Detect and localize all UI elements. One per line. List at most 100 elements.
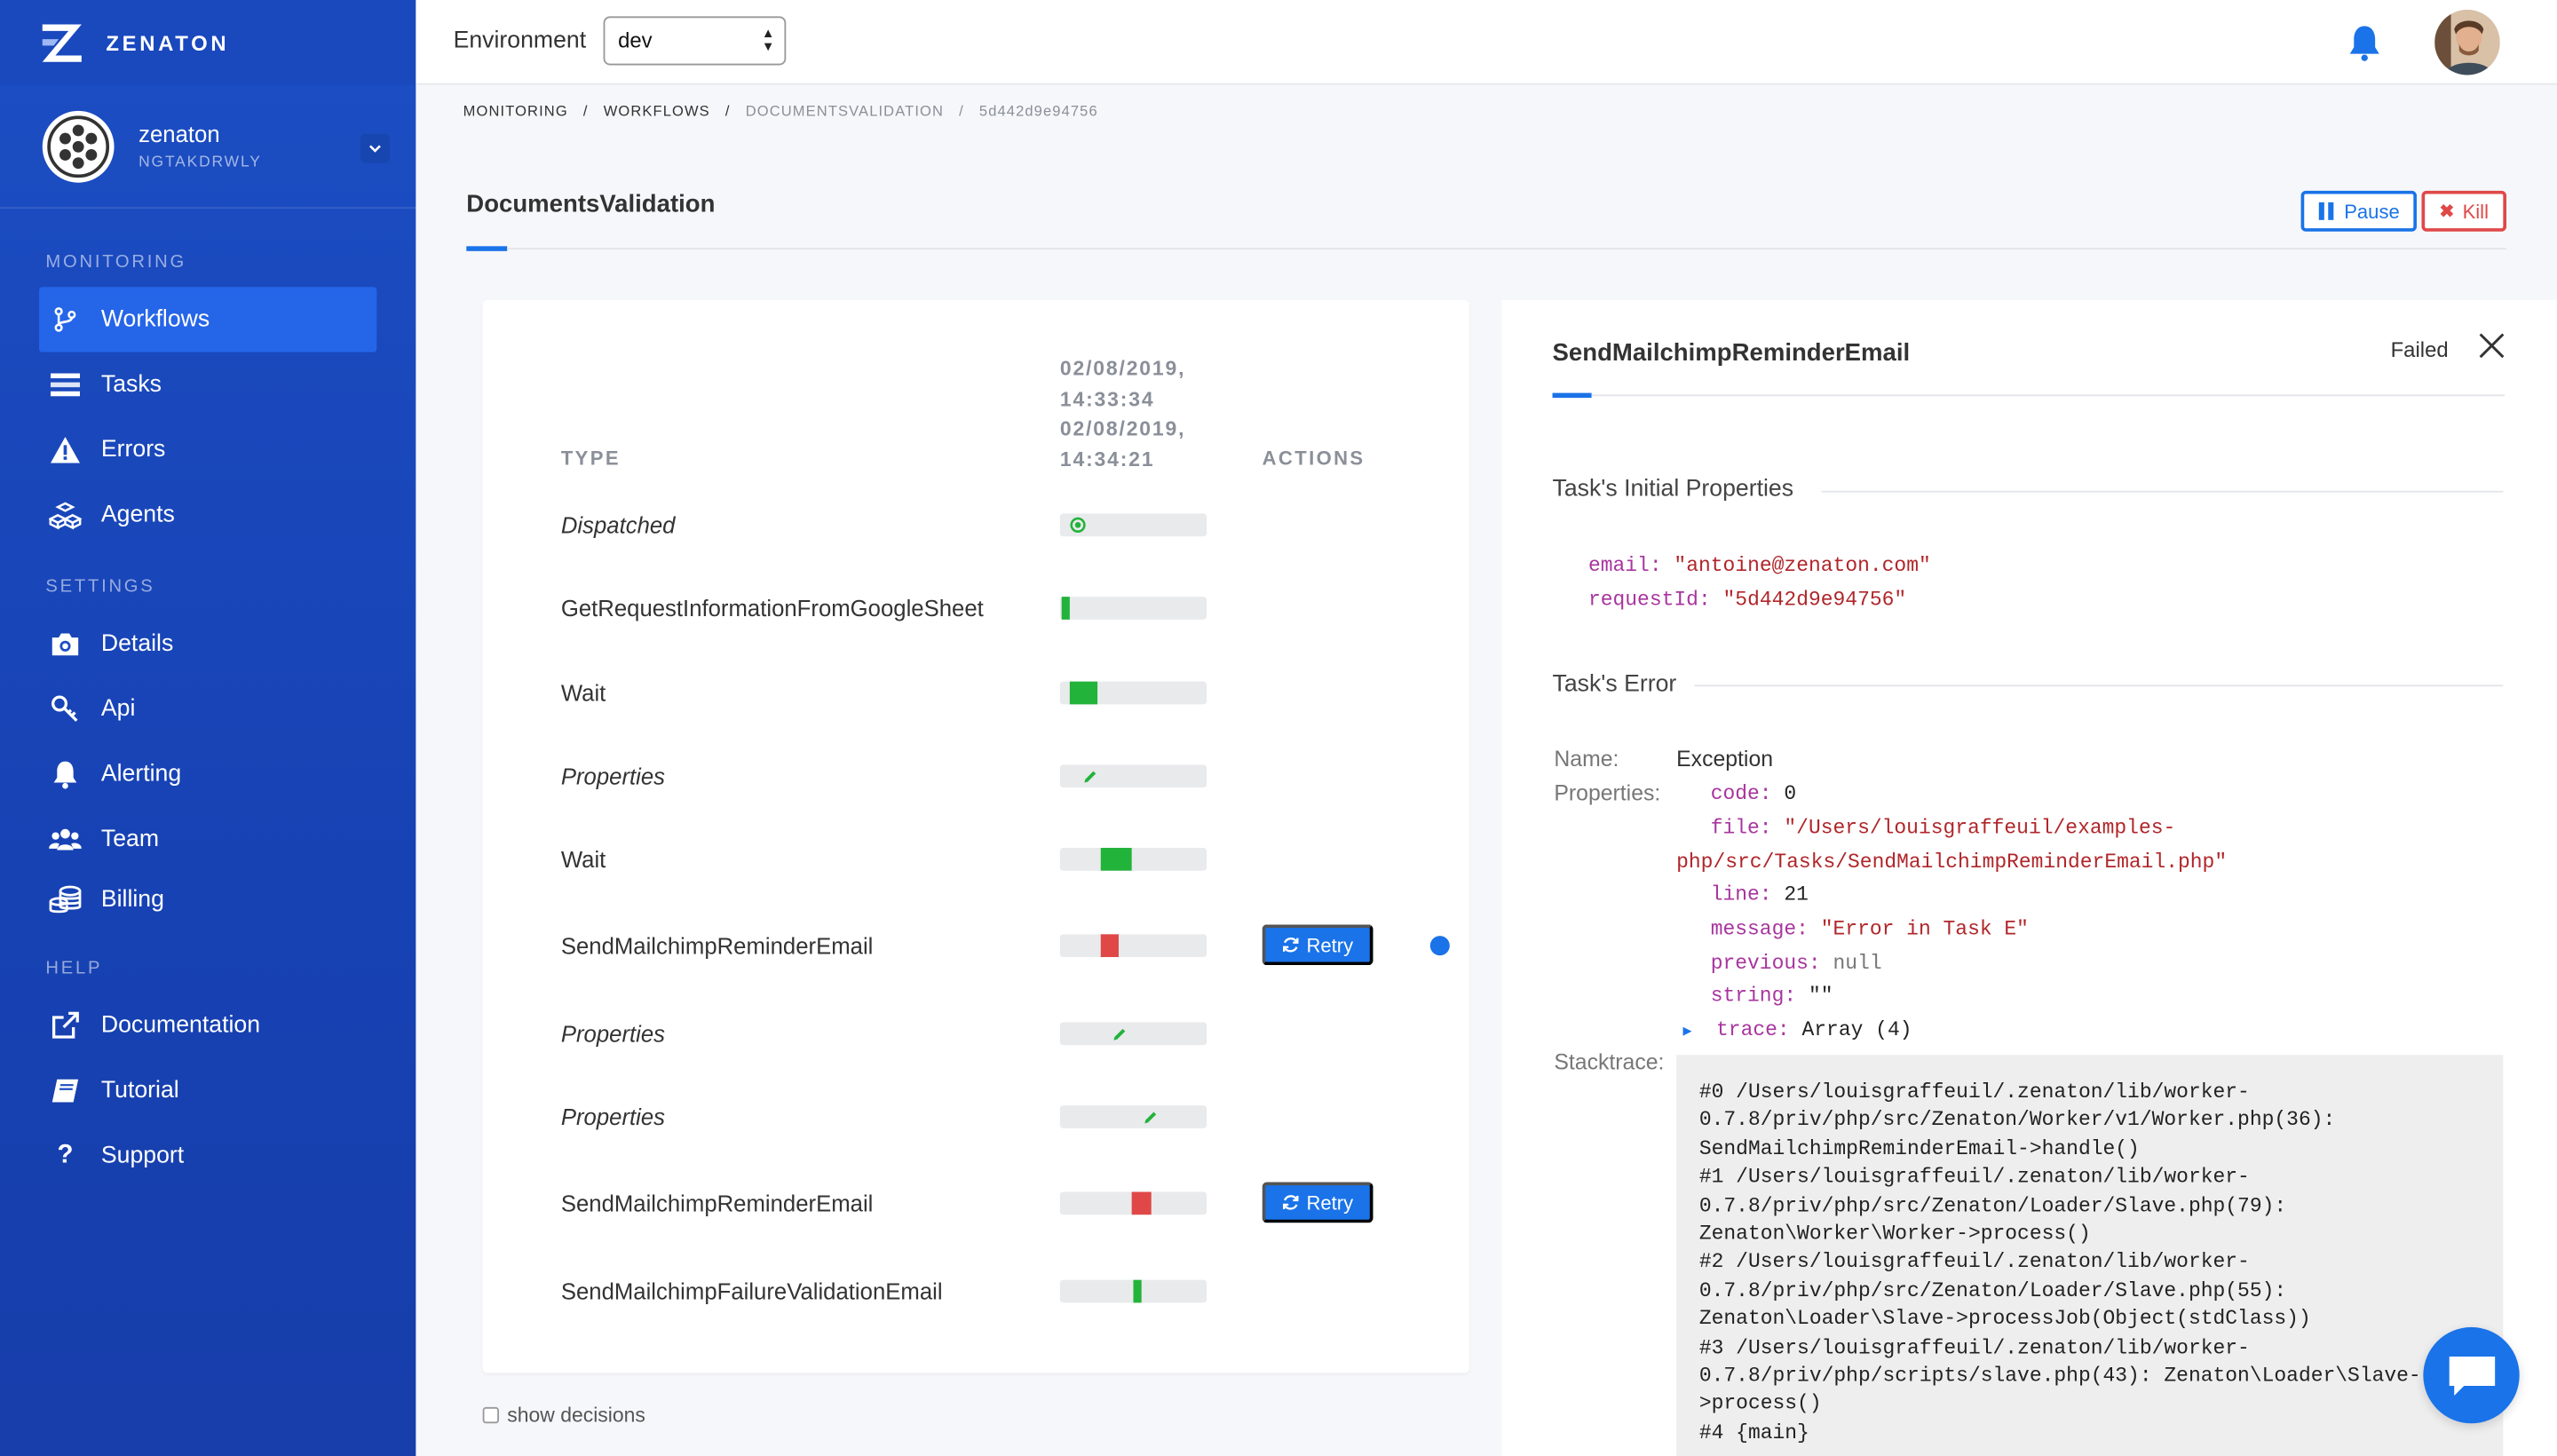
brand-name: ZENATON: [106, 29, 230, 55]
timeline-track[interactable]: [1059, 1105, 1207, 1128]
stacktrace-block: #0 /Users/louisgraffeuil/.zenaton/lib/wo…: [1676, 1055, 2504, 1456]
topbar: Environment dev ▲ ▼: [416, 0, 2557, 85]
pause-icon: [2319, 202, 2335, 220]
show-decisions-label: show decisions: [507, 1404, 645, 1427]
error-string: string: "": [1710, 985, 1833, 1008]
tasks-icon: [49, 368, 82, 401]
error-code: code: 0: [1710, 782, 1797, 806]
environment-select[interactable]: dev ▲ ▼: [603, 16, 787, 66]
breadcrumb: MONITORING / WORKFLOWS / DOCUMENTSVALIDA…: [463, 102, 1098, 120]
sidebar-item-billing[interactable]: Billing: [39, 867, 376, 932]
error-trace[interactable]: ▶ trace: Array (4): [1682, 1019, 1912, 1042]
close-icon[interactable]: [2477, 331, 2506, 360]
sidebar: ZENATON zenaton NGTAKDRWLY MONITORING Wo…: [0, 0, 416, 1456]
retry-button[interactable]: Retry: [1262, 1182, 1373, 1223]
account-name: zenaton: [139, 120, 220, 147]
sidebar-item-tasks[interactable]: Tasks: [39, 352, 376, 417]
breadcrumb-workflows[interactable]: WORKFLOWS: [604, 103, 710, 119]
refresh-icon: [1283, 938, 1299, 953]
timeline-dates: 02/08/2019, 14:33:34 02/08/2019, 14:34:2…: [1060, 354, 1186, 475]
warning-icon: [49, 434, 82, 467]
chat-button[interactable]: [2423, 1326, 2520, 1424]
show-decisions-toggle[interactable]: show decisions: [482, 1404, 645, 1427]
timeline-track[interactable]: [1059, 681, 1207, 705]
timeline-row-name: SendMailchimpFailureValidationEmail: [560, 1278, 943, 1305]
timeline-track[interactable]: [1059, 847, 1207, 871]
timeline-track[interactable]: [1059, 1022, 1207, 1046]
property-email: email: "antoine@zenaton.com": [1587, 554, 1931, 578]
refresh-icon: [1283, 1195, 1299, 1210]
account-avatar: [42, 109, 115, 182]
sidebar-item-label: Documentation: [100, 1012, 261, 1039]
pencil-icon: [1138, 1105, 1161, 1128]
timeline-track[interactable]: [1059, 764, 1207, 788]
start-time: 14:33:34: [1059, 387, 1155, 410]
timeline-bar[interactable]: [1100, 847, 1132, 871]
account-id: NGTAKDRWLY: [139, 153, 262, 171]
title-underline: [466, 246, 508, 251]
timeline-track[interactable]: [1059, 1279, 1207, 1303]
column-actions: ACTIONS: [1262, 447, 1366, 470]
error-line: line: 21: [1710, 883, 1809, 907]
timeline-bar[interactable]: [1131, 1191, 1152, 1215]
timeline-bar[interactable]: [1061, 597, 1070, 620]
sidebar-item-api[interactable]: Api: [39, 677, 376, 741]
sidebar-item-errors[interactable]: Errors: [39, 417, 376, 482]
user-avatar[interactable]: [2434, 10, 2500, 75]
breadcrumb-workflow-name[interactable]: DOCUMENTSVALIDATION: [746, 103, 944, 119]
team-icon: [49, 823, 82, 856]
select-arrows-icon: ▲ ▼: [761, 26, 775, 54]
error-name-value: Exception: [1676, 747, 1774, 772]
pause-label: Pause: [2344, 199, 2400, 223]
section-settings: SETTINGS: [45, 577, 155, 597]
sidebar-item-alerting[interactable]: Alerting: [39, 742, 376, 807]
initial-properties-divider: [1821, 490, 2504, 493]
retry-button[interactable]: Retry: [1262, 924, 1373, 966]
kill-button[interactable]: ✖ Kill: [2421, 190, 2507, 232]
timeline-bar[interactable]: [1100, 934, 1119, 958]
timeline-track[interactable]: [1059, 1191, 1207, 1215]
sidebar-item-label: Errors: [100, 437, 166, 463]
sidebar-item-details[interactable]: Details: [39, 612, 376, 677]
stacktrace-label: Stacktrace:: [1554, 1049, 1665, 1075]
sidebar-item-team[interactable]: Team: [39, 807, 376, 872]
sidebar-item-agents[interactable]: Agents: [39, 483, 376, 548]
timeline-track[interactable]: [1059, 513, 1207, 537]
notifications-bell-icon[interactable]: [2345, 23, 2384, 70]
timeline-row-name: Wait: [560, 679, 606, 707]
chevron-down-icon[interactable]: [360, 133, 390, 163]
sidebar-item-documentation[interactable]: Documentation: [39, 993, 376, 1057]
timeline-track[interactable]: [1059, 934, 1207, 958]
sidebar-item-tutorial[interactable]: Tutorial: [39, 1058, 376, 1123]
sidebar-item-support[interactable]: ? Support: [39, 1123, 376, 1188]
task-title: SendMailchimpReminderEmail: [1552, 338, 1911, 368]
sidebar-item-workflows[interactable]: Workflows: [39, 287, 377, 352]
timeline-row-name: GetRequestInformationFromGoogleSheet: [560, 595, 984, 621]
timeline-track[interactable]: [1059, 597, 1207, 620]
timeline-row-name: Wait: [560, 846, 606, 873]
brand[interactable]: ZENATON: [0, 0, 416, 85]
column-type: TYPE: [560, 447, 621, 470]
camera-icon: [49, 628, 82, 661]
timeline-row-name: Properties: [560, 1104, 666, 1130]
breadcrumb-instance-id: 5d442d9e94756: [978, 102, 1098, 120]
breadcrumb-monitoring[interactable]: MONITORING: [463, 103, 568, 119]
show-decisions-checkbox[interactable]: [482, 1406, 500, 1424]
timeline-bar[interactable]: [1133, 1279, 1142, 1303]
account-switcher[interactable]: zenaton NGTAKDRWLY: [0, 84, 416, 210]
pause-button[interactable]: Pause: [2300, 190, 2417, 232]
retry-label: Retry: [1306, 1191, 1354, 1215]
bell-icon: [49, 758, 82, 791]
task-title-divider: [1591, 394, 2506, 397]
sidebar-item-label: Agents: [100, 502, 175, 529]
environment-label: Environment: [453, 28, 587, 54]
timeline-row-name: Properties: [560, 763, 666, 789]
timeline-bar[interactable]: [1069, 681, 1098, 705]
task-error-title: Task's Error: [1552, 671, 1677, 699]
timeline-row-name: Properties: [560, 1020, 666, 1048]
timeline-row-name: SendMailchimpReminderEmail: [560, 1190, 874, 1217]
external-link-icon: [49, 1009, 82, 1042]
dispatch-icon: [1066, 513, 1089, 536]
close-icon: ✖: [2439, 202, 2455, 222]
caret-right-icon[interactable]: ▶: [1682, 1024, 1691, 1040]
